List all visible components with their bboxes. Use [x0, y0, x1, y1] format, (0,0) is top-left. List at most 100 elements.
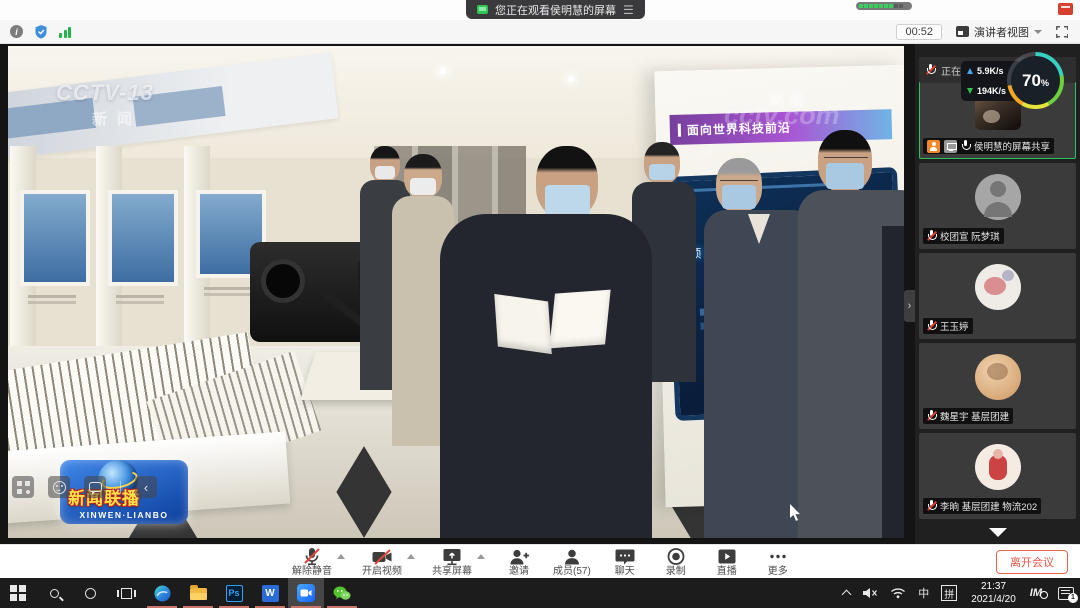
chat-icon — [614, 547, 636, 567]
avatar — [975, 354, 1021, 400]
taskbar-clock[interactable]: 21:37 2021/4/20 — [963, 580, 1024, 606]
participants-sidebar: 侯明慧的屏幕共享 校团宣 阮梦琪 王玉婷 — [915, 44, 1080, 544]
ime-box: 拼 — [941, 585, 957, 601]
sq — [19, 585, 26, 592]
start-video-button[interactable]: 开启视频 — [362, 547, 415, 577]
chat-bubble-icon[interactable] — [84, 476, 106, 498]
record-button[interactable]: 录制 — [659, 547, 693, 577]
taskbar-wps[interactable]: W — [252, 578, 288, 608]
mic-muted-icon — [301, 547, 323, 567]
edge-icon — [154, 585, 171, 602]
segment — [859, 4, 863, 8]
unmute-button[interactable]: 解除静音 — [292, 547, 345, 577]
chevron-up-icon[interactable] — [477, 554, 485, 559]
chevron-up-icon[interactable] — [407, 554, 415, 559]
mic-on-icon — [961, 140, 970, 152]
ceiling-light — [568, 76, 574, 82]
members-button[interactable]: 成员(57) — [553, 547, 591, 577]
task-view-button[interactable] — [108, 578, 144, 608]
cctv-watermark: CCTV-13 — [56, 80, 154, 106]
participant-label: 侯明慧的屏幕共享 — [923, 138, 1054, 154]
cortana-icon — [85, 588, 96, 599]
logo-english-text: XINWEN·LIANBO — [60, 510, 188, 520]
camera-off-icon — [371, 547, 393, 567]
cortana-button[interactable] — [72, 578, 108, 608]
body — [440, 214, 652, 538]
participant-name: 侯明慧的屏幕共享 — [974, 139, 1050, 153]
site-watermark: cctv.com — [724, 100, 840, 131]
participant-tile[interactable]: 李晌 基层团建 物流202 — [919, 433, 1076, 519]
volume-muted[interactable] — [856, 578, 884, 608]
network-signal-icon — [59, 26, 71, 38]
view-mode-label: 演讲者视图 — [974, 24, 1029, 40]
screen-share-monitor-icon — [477, 5, 488, 14]
participant-name: 魏星宇 基层团建 — [940, 409, 1009, 423]
more-button[interactable]: 更多 — [761, 547, 795, 577]
bar — [64, 30, 67, 38]
chevron-up-icon[interactable] — [337, 554, 345, 559]
live-icon — [716, 547, 738, 567]
mask — [545, 185, 590, 216]
cpu-usage-gauge: 70% — [1007, 52, 1064, 109]
camera-glyph — [300, 587, 312, 599]
volume-level-indicator — [856, 2, 912, 10]
leave-meeting-button[interactable]: 离开会议 — [996, 550, 1068, 574]
upload-arrow-icon — [967, 68, 973, 74]
participant-tile[interactable]: 校团宣 阮梦琪 — [919, 163, 1076, 249]
taskbar-edge[interactable] — [144, 578, 180, 608]
control-label: 解除静音 — [292, 567, 332, 577]
banner-menu-icon[interactable]: ☰ — [623, 4, 634, 16]
segment — [884, 4, 888, 8]
segment — [879, 4, 883, 8]
collapse-left-icon[interactable]: ‹ — [135, 476, 157, 498]
avatar — [975, 264, 1021, 310]
taskbar-meeting-app[interactable] — [288, 578, 324, 608]
ime-tool[interactable]: IM — [1024, 578, 1052, 608]
sidebar-collapse-handle[interactable]: › — [904, 290, 915, 322]
mic-muted-icon — [927, 230, 936, 242]
view-mode-switcher[interactable]: 演讲者视图 — [956, 24, 1042, 40]
wifi-status[interactable] — [884, 578, 912, 608]
mask — [722, 185, 756, 209]
invite-icon — [508, 547, 530, 567]
share-screen-button[interactable]: 共享屏幕 — [432, 547, 485, 577]
taskbar-photoshop[interactable]: Ps — [216, 578, 252, 608]
participant-name: 王玉婷 — [940, 319, 969, 333]
emoji-icon[interactable] — [48, 476, 70, 498]
live-stream-button[interactable]: 直播 — [710, 547, 744, 577]
meeting-timer: 00:52 — [896, 24, 942, 40]
chat-glyph — [89, 482, 102, 492]
mic-muted-icon — [927, 410, 936, 422]
screen-corner-red-icon — [1058, 3, 1073, 15]
mask — [410, 178, 436, 195]
fullscreen-icon[interactable] — [1056, 26, 1068, 38]
meeting-app-icon — [297, 584, 315, 602]
taskbar-wechat[interactable] — [324, 578, 360, 608]
control-label: 录制 — [666, 567, 686, 577]
screen-share-icon — [944, 140, 957, 153]
participant-tile[interactable]: 王玉婷 — [919, 253, 1076, 339]
participant-label: 李晌 基层团建 物流202 — [923, 498, 1041, 514]
mute-slash — [927, 321, 937, 331]
tray-expand-chevron[interactable] — [837, 578, 856, 608]
language-indicator[interactable]: 中 — [912, 578, 935, 608]
meeting-info-icon[interactable] — [10, 25, 23, 38]
start-button[interactable] — [0, 578, 36, 608]
ime-indicator[interactable]: 拼 — [935, 578, 963, 608]
participant-tile[interactable]: 魏星宇 基层团建 — [919, 343, 1076, 429]
participant-name: 李晌 基层团建 物流202 — [940, 499, 1037, 513]
layout-grid-icon[interactable] — [12, 476, 34, 498]
scroll-down-arrow[interactable] — [989, 528, 1007, 537]
taskbar-search[interactable] — [36, 578, 72, 608]
security-shield-icon[interactable] — [34, 24, 48, 39]
mute-slash — [927, 501, 937, 511]
invite-button[interactable]: 邀请 — [502, 547, 536, 577]
bar — [59, 33, 62, 38]
mic-muted-icon — [927, 320, 936, 332]
action-center[interactable]: 1 — [1052, 578, 1080, 608]
upload-value: 5.9K/s — [977, 66, 1004, 76]
chat-button[interactable]: 聊天 — [608, 547, 642, 577]
control-group: 解除静音 开启视频 共享屏幕 邀请 成员(57) — [292, 547, 795, 577]
more-icon — [767, 547, 789, 567]
taskbar-file-explorer[interactable] — [180, 578, 216, 608]
